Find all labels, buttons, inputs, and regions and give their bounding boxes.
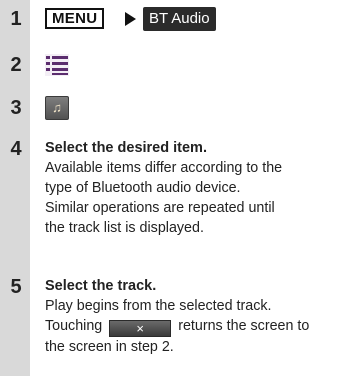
step-title: Select the desired item. <box>45 140 207 156</box>
step-4: 4 Select the desired item. Available ite… <box>0 138 353 238</box>
touching-text: Touching <box>45 318 103 334</box>
bt-audio-button[interactable]: BT Audio <box>143 7 216 31</box>
step-number: 1 <box>10 8 22 30</box>
close-button[interactable]: × <box>109 320 172 337</box>
step-number: 3 <box>10 97 22 119</box>
step-description-line: Touching × returns the screen to <box>45 316 347 337</box>
step-description-line: the screen in step 2. <box>45 339 174 355</box>
step-title: Select the track. <box>45 278 157 294</box>
music-note-icon[interactable]: ♫ <box>45 96 69 120</box>
right-triangle-icon <box>125 12 136 26</box>
step-number: 5 <box>10 276 22 298</box>
step-2: 2 <box>0 52 353 78</box>
step-description-line: Play begins from the selected track. <box>45 298 272 314</box>
list-icon[interactable] <box>45 54 69 76</box>
step-description-line: the track list is displayed. <box>45 220 204 236</box>
menu-button[interactable]: MENU <box>45 8 105 29</box>
step-3: 3 ♫ <box>0 94 353 122</box>
returns-text: returns the screen to <box>178 318 310 334</box>
step-number: 2 <box>10 54 22 76</box>
step-number: 4 <box>10 138 22 160</box>
step-5: 5 Select the track. Play begins from the… <box>0 276 353 376</box>
step-1: 1 MENU BT Audio <box>0 7 353 33</box>
step-description-line: Available items differ according to the <box>45 160 283 176</box>
step-description-line: type of Bluetooth audio device. <box>45 180 241 196</box>
step-description-line: Similar operations are repeated until <box>45 200 275 216</box>
music-note-glyph: ♫ <box>52 100 62 115</box>
